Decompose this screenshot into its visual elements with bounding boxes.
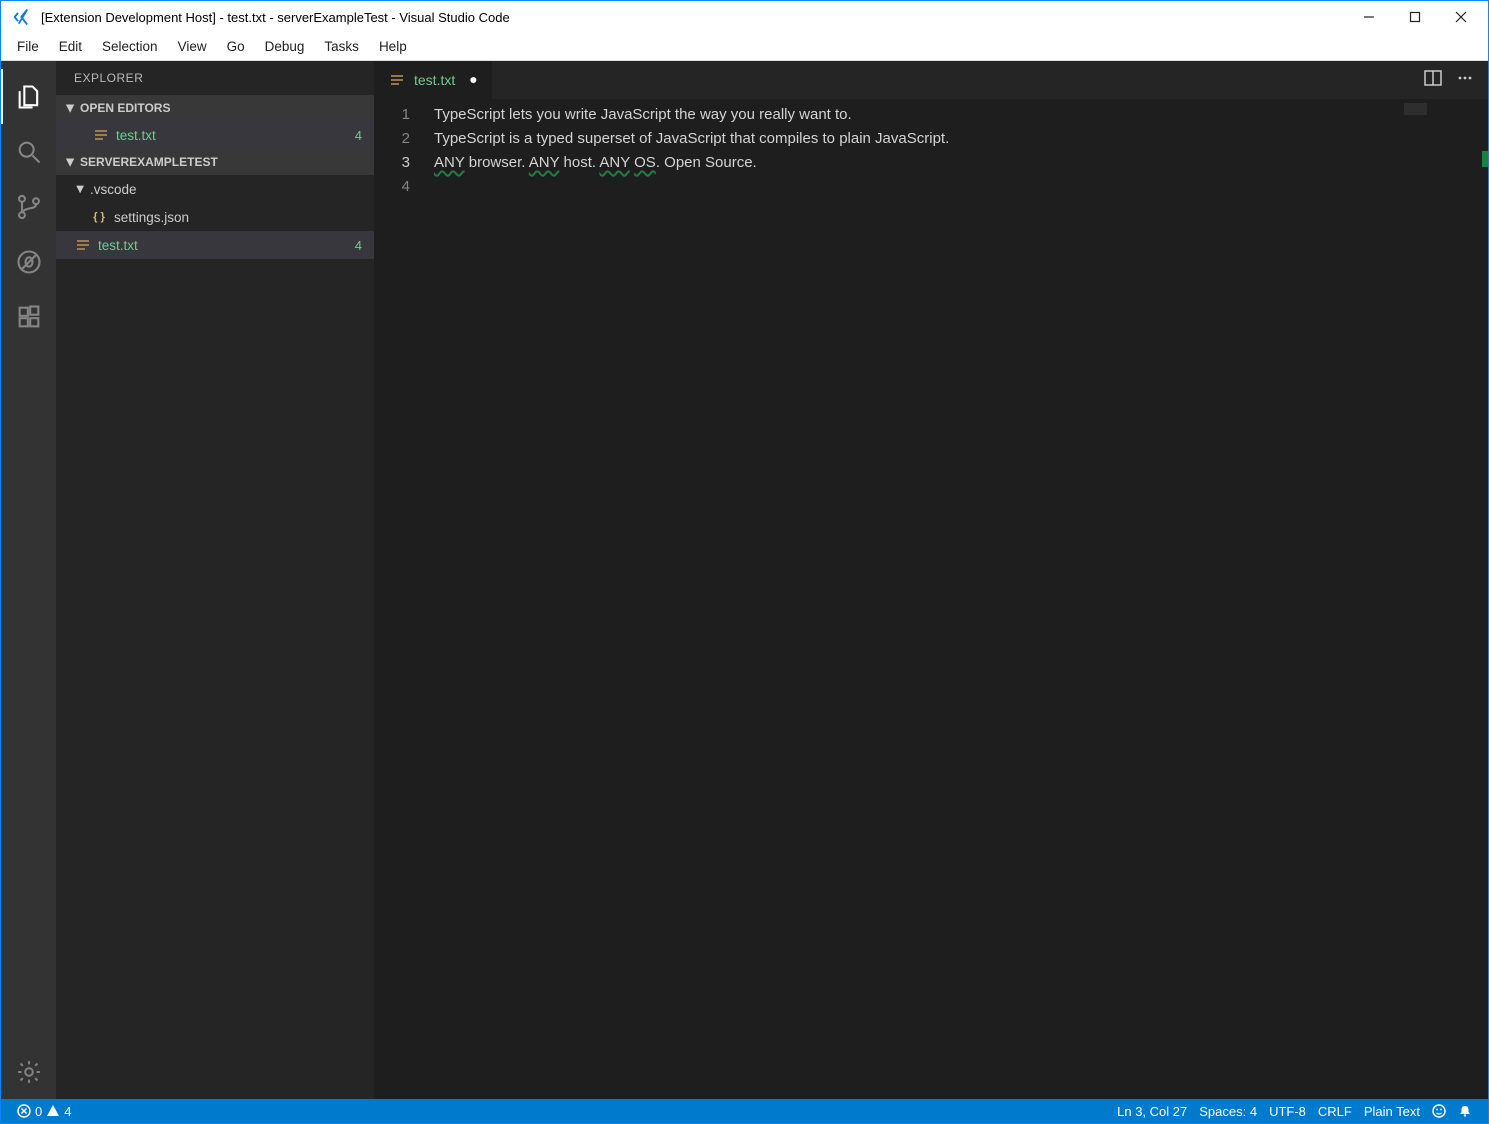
- tab-bar: test.txt: [374, 61, 1488, 99]
- open-editors-header[interactable]: ▶ OPEN EDITORS: [56, 95, 374, 121]
- window-minimize-button[interactable]: [1346, 1, 1392, 33]
- status-language[interactable]: Plain Text: [1358, 1099, 1426, 1123]
- line-number: 4: [374, 175, 410, 199]
- diagnostic-count: 4: [355, 128, 362, 143]
- tab-test-txt[interactable]: test.txt: [374, 61, 492, 99]
- more-actions-button[interactable]: [1456, 69, 1474, 92]
- code-line[interactable]: TypeScript is a typed superset of JavaSc…: [434, 127, 1488, 151]
- status-feedback[interactable]: [1426, 1099, 1452, 1123]
- vscode-logo-icon: [13, 7, 33, 27]
- status-notifications[interactable]: [1452, 1099, 1478, 1123]
- workspace-header[interactable]: ▶ SERVEREXAMPLETEST: [56, 149, 374, 175]
- activity-extensions[interactable]: [1, 289, 56, 344]
- activity-source-control[interactable]: [1, 179, 56, 234]
- editor-content[interactable]: TypeScript lets you write JavaScript the…: [424, 99, 1488, 1099]
- no-bug-icon: [15, 248, 43, 276]
- extensions-icon: [15, 303, 43, 331]
- git-branch-icon: [15, 193, 43, 221]
- error-icon: [17, 1104, 31, 1118]
- warning-count: 4: [64, 1104, 71, 1119]
- split-editor-icon: [1424, 69, 1442, 87]
- bell-icon: [1458, 1104, 1472, 1118]
- activity-settings[interactable]: [1, 1044, 56, 1099]
- editor-body[interactable]: 1234 TypeScript lets you write JavaScrip…: [374, 99, 1488, 1099]
- overview-ruler: [1482, 99, 1488, 1099]
- menu-item-file[interactable]: File: [7, 35, 49, 58]
- status-bar: 0 4 Ln 3, Col 27 Spaces: 4 UTF-8 CRLF Pl…: [1, 1099, 1488, 1123]
- tree-file[interactable]: test.txt4: [56, 231, 374, 259]
- diagnostic-count: 4: [355, 238, 362, 253]
- tree-item-label: settings.json: [114, 210, 374, 225]
- status-eol[interactable]: CRLF: [1312, 1099, 1358, 1123]
- status-indent[interactable]: Spaces: 4: [1193, 1099, 1263, 1123]
- open-editor-item[interactable]: test.txt4: [56, 121, 374, 149]
- menu-item-tasks[interactable]: Tasks: [314, 35, 369, 58]
- minimap[interactable]: [1400, 99, 1488, 1099]
- code-line[interactable]: [434, 175, 1488, 199]
- line-number: 2: [374, 127, 410, 151]
- status-problems[interactable]: 0 4: [11, 1099, 77, 1123]
- title-bar: [Extension Development Host] - test.txt …: [1, 1, 1488, 33]
- ellipsis-icon: [1456, 69, 1474, 87]
- text-file-icon: [388, 71, 406, 89]
- menu-item-selection[interactable]: Selection: [92, 35, 168, 58]
- chevron-down-icon: ▶: [65, 100, 76, 116]
- status-encoding[interactable]: UTF-8: [1263, 1099, 1312, 1123]
- gear-icon: [16, 1059, 42, 1085]
- activity-bar: [1, 61, 56, 1099]
- sidebar-explorer: EXPLORER ▶ OPEN EDITORS test.txt4 ▶ SERV…: [56, 61, 374, 1099]
- line-number: 3: [374, 151, 410, 175]
- tab-label: test.txt: [414, 72, 455, 88]
- menu-item-debug[interactable]: Debug: [255, 35, 315, 58]
- code-line[interactable]: ANY browser. ANY host. ANY OS. Open Sour…: [434, 151, 1488, 175]
- warning-icon: [46, 1104, 60, 1118]
- files-icon: [15, 83, 43, 111]
- smiley-icon: [1432, 1104, 1446, 1118]
- status-cursor[interactable]: Ln 3, Col 27: [1111, 1099, 1193, 1123]
- tab-dirty-close-icon[interactable]: [469, 71, 477, 89]
- text-file-icon: [92, 126, 110, 144]
- open-editor-label: test.txt: [116, 128, 355, 143]
- tree-folder[interactable]: ▶ .vscode: [56, 175, 374, 203]
- window-close-button[interactable]: [1438, 1, 1484, 33]
- workspace-label: SERVEREXAMPLETEST: [80, 155, 218, 169]
- window-title: [Extension Development Host] - test.txt …: [41, 10, 510, 25]
- activity-explorer[interactable]: [1, 69, 56, 124]
- search-icon: [15, 138, 43, 166]
- window-maximize-button[interactable]: [1392, 1, 1438, 33]
- tree-item-label: .vscode: [90, 182, 374, 197]
- error-count: 0: [35, 1104, 42, 1119]
- chevron-down-icon: ▶: [75, 183, 86, 195]
- line-number: 1: [374, 103, 410, 127]
- code-line[interactable]: TypeScript lets you write JavaScript the…: [434, 103, 1488, 127]
- menu-item-edit[interactable]: Edit: [49, 35, 92, 58]
- split-editor-button[interactable]: [1424, 69, 1442, 92]
- tree-file[interactable]: { } settings.json: [56, 203, 374, 231]
- chevron-down-icon: ▶: [65, 154, 76, 170]
- menu-bar: FileEditSelectionViewGoDebugTasksHelp: [1, 33, 1488, 61]
- json-file-icon: { }: [90, 208, 108, 226]
- line-number-gutter: 1234: [374, 99, 424, 1099]
- text-file-icon: [74, 236, 92, 254]
- activity-search[interactable]: [1, 124, 56, 179]
- editor-area: test.txt 1234 TypeScript lets you write …: [374, 61, 1488, 1099]
- open-editors-label: OPEN EDITORS: [80, 101, 170, 115]
- menu-item-go[interactable]: Go: [217, 35, 255, 58]
- activity-debug[interactable]: [1, 234, 56, 289]
- menu-item-view[interactable]: View: [168, 35, 217, 58]
- tree-item-label: test.txt: [98, 238, 355, 253]
- menu-item-help[interactable]: Help: [369, 35, 417, 58]
- sidebar-title: EXPLORER: [56, 61, 374, 95]
